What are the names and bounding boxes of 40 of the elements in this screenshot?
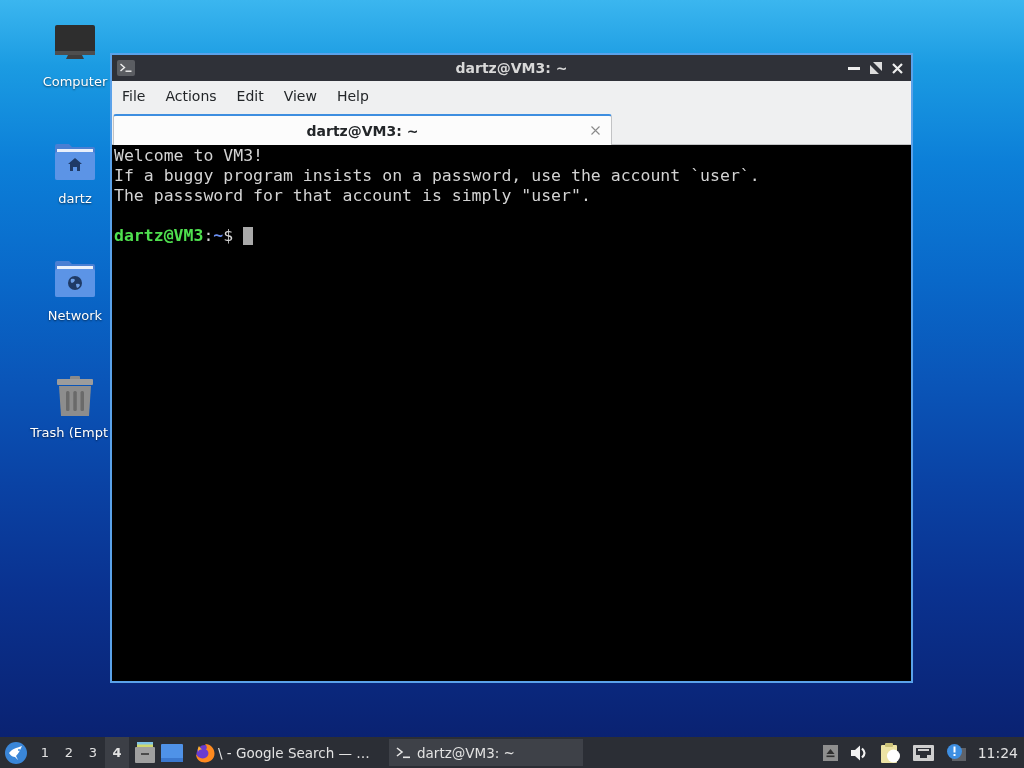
terminal-icon [396,746,410,759]
terminal-output-line: The passsword for that account is simply "user". [114,186,591,206]
workspace-button[interactable]: 2 [57,737,81,768]
workspace-button[interactable]: 4 [105,737,129,768]
shortcut-label: Network [47,307,103,324]
terminal-icon [117,60,135,76]
home-folder-icon[interactable] [55,142,95,180]
minimize-icon[interactable] [848,66,860,70]
menu-item[interactable]: Help [326,84,379,108]
file-cabinet-icon[interactable] [135,742,155,763]
terminal-output-line: If a buggy program insists on a password, use the account `user`. [114,166,760,186]
terminal-output-line: Welcome to VM3! [114,146,263,166]
taskbar-task[interactable]: \ - Google Search — … [191,739,385,766]
clock: 11:24 [977,744,1018,761]
globe-folder-icon[interactable] [55,259,95,297]
alert-icon[interactable] [946,744,966,761]
menu-item[interactable]: Edit [226,84,274,108]
shortcut-label: Trash (Empt [30,424,108,441]
window-title: dartz@VM3: ~ [455,60,568,76]
workspace-button[interactable]: 3 [81,737,105,768]
menu-item[interactable]: View [273,84,327,108]
taskbar-task[interactable]: dartz@VM3: ~ [389,739,583,766]
workspace-button[interactable]: 1 [33,737,57,768]
start-menu-icon[interactable] [5,741,27,764]
maximize-icon[interactable] [870,62,882,74]
screen-icon[interactable] [161,743,183,762]
cursor-block-icon [243,227,254,245]
monitor-icon[interactable] [55,25,95,59]
shortcut-label: dartz [58,190,92,207]
terminal-tab[interactable]: dartz@VM3: ~ [113,114,612,145]
menu-item[interactable]: File [112,84,156,108]
eject-icon[interactable] [822,744,838,761]
network-port-icon[interactable] [912,744,934,761]
clipboard-icon[interactable] [880,742,900,763]
speaker-icon[interactable] [850,744,868,761]
menu-item[interactable]: Actions [155,84,227,108]
trash-can-icon[interactable] [57,376,93,416]
shell-prompt: dartz@VM3:~$ [114,226,234,246]
shortcut-label: Computer [42,73,108,90]
browser-icon [195,742,215,763]
